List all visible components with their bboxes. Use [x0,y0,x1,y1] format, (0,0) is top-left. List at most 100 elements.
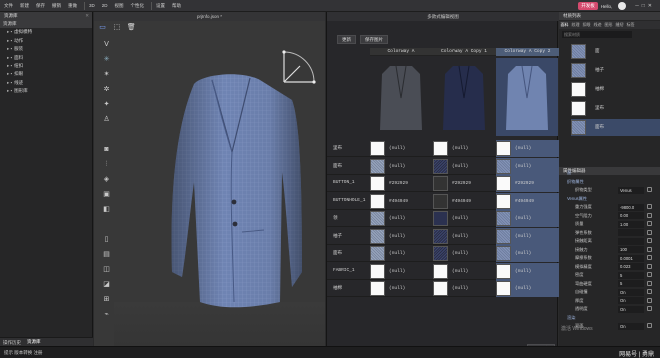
edit-icon[interactable] [647,204,652,209]
graphic-icon[interactable]: ▣ [102,190,111,199]
colorway-cell[interactable]: (null) [370,158,432,174]
sew-icon[interactable]: ◪ [102,280,111,289]
ruler-icon[interactable]: ◫ [102,265,111,274]
menu-item[interactable]: 新建 [20,3,29,9]
arrange-icon[interactable]: ✲ [102,85,111,94]
material-swatch[interactable] [496,281,511,296]
property-value-field[interactable]: -9800.0 [618,203,644,211]
material-swatch[interactable] [496,246,511,261]
material-swatch[interactable] [370,211,385,226]
menu-item[interactable]: 设置 [156,3,165,9]
tape-icon[interactable]: ▤ [102,250,111,259]
menu-item[interactable]: 文件 [4,3,13,9]
colorway-header-a-copy2[interactable]: Colorway A Copy 2 [496,48,559,56]
trim-icon[interactable]: ◈ [102,175,111,184]
user-avatar[interactable] [618,2,627,10]
edit-icon[interactable] [647,238,652,243]
material-swatch[interactable] [370,176,385,191]
colorway-cell[interactable]: (null) [433,246,495,261]
material-swatch[interactable] [370,263,385,279]
measure-icon[interactable]: ▯ [102,235,111,244]
button-icon[interactable]: ◙ [102,145,111,154]
edit-icon[interactable] [647,306,652,311]
edit-icon[interactable] [647,323,652,328]
property-value-field[interactable]: 1.00 [618,220,644,228]
material-item[interactable]: 袖子 [571,62,660,79]
edit-icon[interactable] [647,289,652,294]
colorway-cell[interactable]: #292929 [433,176,495,191]
clean-icon[interactable]: ⌁ [102,310,111,319]
colorway-cell[interactable]: (null) [433,281,495,296]
menu-item[interactable]: 个性化 [131,3,145,9]
property-value-field[interactable]: On [618,322,644,330]
property-section[interactable]: Venus属性 [561,195,660,203]
material-swatch[interactable] [433,281,448,296]
property-value-field[interactable]: On [618,297,644,304]
select-tool-icon[interactable]: ▭ [98,24,107,32]
property-value-field[interactable] [618,229,644,236]
material-swatch[interactable] [496,141,511,156]
material-swatch[interactable] [370,246,385,261]
move-tool-icon[interactable]: ⬚ [112,24,121,32]
menu-item[interactable]: 视图 [115,3,124,9]
material-swatch[interactable] [496,211,511,226]
dev-badge[interactable]: 开发板 [578,2,598,10]
colorway-cell[interactable]: (null) [433,141,495,156]
colorway-cell[interactable]: (null) [496,281,558,296]
zipper-icon[interactable]: ⫶ [102,160,111,169]
property-value-field[interactable]: On [618,288,644,296]
colorway-cell[interactable]: (null) [370,211,432,226]
tree-item[interactable]: ▸ ▪ 扣眼 [7,70,92,78]
material-swatch[interactable] [433,176,448,191]
colorway-cell[interactable]: (null) [496,263,558,279]
edit-icon[interactable] [647,212,652,218]
pin-icon[interactable]: ✳ [102,55,111,64]
colorway-cell[interactable]: #292929 [370,176,432,191]
material-swatch[interactable] [370,193,385,209]
material-swatch[interactable] [433,246,448,261]
material-swatch[interactable] [370,228,385,244]
colorway-cell[interactable]: (null) [433,211,495,226]
material-tab[interactable]: 纹理 [572,21,580,29]
3d-viewport[interactable]: prjInfo.json * ▭ ⬚ 🗑 ᐯ ✳ ✶ ✲ ✦ ♙ ◙ ⫶ ◈ ▣… [94,12,325,346]
material-item[interactable]: 面 [571,43,660,60]
edit-icon[interactable] [647,263,652,269]
material-swatch[interactable] [370,158,385,174]
material-item[interactable]: 袖棉 [571,81,660,98]
menu-item[interactable]: 3D [89,3,95,8]
menu-item[interactable]: 重做 [68,3,77,9]
property-value-field[interactable]: 100 [618,246,644,253]
edit-icon[interactable] [647,221,652,226]
material-swatch[interactable] [370,281,385,296]
property-value-field[interactable]: 5 [618,271,644,279]
property-value-field[interactable]: 0.00 [618,212,644,219]
menu-item[interactable]: 保存 [36,3,45,9]
close-icon[interactable]: ✕ [648,3,652,9]
delete-tool-icon[interactable]: 🗑 [127,24,136,32]
edit-icon[interactable] [647,297,652,303]
update-button[interactable]: 更新 [337,35,356,44]
colorway-cell[interactable]: (null) [496,228,558,244]
thumb-blue-jacket[interactable] [496,58,558,136]
property-value-field[interactable]: 0.023 [618,263,644,270]
colorway-cell[interactable]: #494949 [433,193,495,209]
menu-item[interactable]: 帮助 [172,3,181,9]
colorway-cell[interactable]: #494949 [496,193,558,209]
edit-icon[interactable] [647,187,652,192]
colorway-cell[interactable]: #494949 [370,193,432,209]
property-section[interactable]: 织物属性 [561,178,660,186]
avatar-icon[interactable]: ♙ [102,115,111,124]
colorway-header-a[interactable]: Colorway A [370,48,432,56]
colorway-cell[interactable]: (null) [370,228,432,244]
material-tab[interactable]: 扣眼 [583,21,591,29]
material-tab[interactable]: 标签 [627,21,635,29]
colorway-header-a-copy1[interactable]: Colorway A Copy 1 [433,48,495,56]
material-swatch[interactable] [370,141,385,156]
colorway-cell[interactable]: (null) [433,263,495,279]
material-swatch[interactable] [496,158,511,174]
material-swatch[interactable] [496,228,511,244]
edit-icon[interactable] [647,255,652,260]
save-image-button[interactable]: 保存图片 [360,35,388,44]
menu-item[interactable]: 撤销 [52,3,61,9]
seam-icon[interactable]: ⊞ [102,295,111,304]
